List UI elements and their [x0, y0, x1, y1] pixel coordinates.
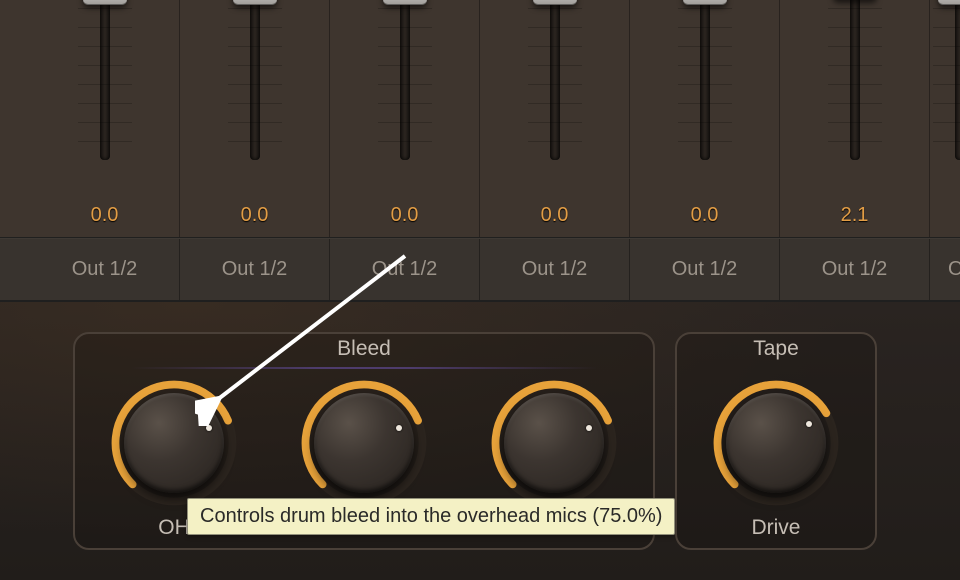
fader-1[interactable] [100, 0, 110, 160]
fader-5[interactable] [700, 0, 710, 160]
channel-2-output[interactable]: Out 1/2 [180, 239, 330, 300]
fader-7[interactable] [955, 0, 960, 160]
channel-7-partial [930, 0, 960, 237]
channel-3-output[interactable]: Out 1/2 [330, 239, 480, 300]
knob-drive[interactable] [711, 378, 841, 508]
knob-drive-wrap: Drive [701, 378, 851, 540]
channel-4: 0.0 [480, 0, 630, 237]
channel-3-value: 0.0 [391, 204, 419, 227]
fader-2[interactable] [250, 0, 260, 160]
channel-1-output[interactable]: Out 1/2 [30, 239, 180, 300]
fader-3[interactable] [400, 0, 410, 160]
channel-5-output[interactable]: Out 1/2 [630, 239, 780, 300]
channel-4-output[interactable]: Out 1/2 [480, 239, 630, 300]
knob-drive-label: Drive [751, 516, 800, 540]
channel-5: 0.0 [630, 0, 780, 237]
channel-6-value: 2.1 [841, 204, 869, 227]
knob-ambience[interactable] [299, 378, 429, 508]
channel-4-value: 0.0 [541, 204, 569, 227]
knob-oh[interactable] [109, 378, 239, 508]
knob-oh-label: OH [158, 516, 190, 540]
output-row: Out 1/2 Out 1/2 Out 1/2 Out 1/2 Out 1/2 … [0, 238, 960, 302]
bleed-title: Bleed [99, 337, 629, 367]
channel-7-output[interactable]: O [930, 239, 960, 300]
fader-6[interactable] [850, 0, 860, 160]
knob-crunch[interactable] [489, 378, 619, 508]
fader-cap-1[interactable] [83, 0, 127, 5]
fader-4[interactable] [550, 0, 560, 160]
mixer-faders: 0.0 0.0 0.0 0.0 0.0 2.1 [0, 0, 960, 238]
fader-cap-4[interactable] [533, 0, 577, 5]
fader-cap-2[interactable] [233, 0, 277, 5]
channel-2-value: 0.0 [241, 204, 269, 227]
tape-title: Tape [701, 337, 851, 367]
channel-1-value: 0.0 [91, 204, 119, 227]
channel-6-output[interactable]: Out 1/2 [780, 239, 930, 300]
channel-3: 0.0 [330, 0, 480, 237]
tape-group: Tape Drive [675, 332, 877, 550]
fader-cap-7[interactable] [938, 0, 960, 5]
channel-6: 2.1 [780, 0, 930, 237]
tooltip: Controls drum bleed into the overhead mi… [187, 498, 675, 535]
channel-2: 0.0 [180, 0, 330, 237]
fader-cap-3[interactable] [383, 0, 427, 5]
fader-cap-5[interactable] [683, 0, 727, 5]
channel-5-value: 0.0 [691, 204, 719, 227]
channel-1: 0.0 [30, 0, 180, 237]
